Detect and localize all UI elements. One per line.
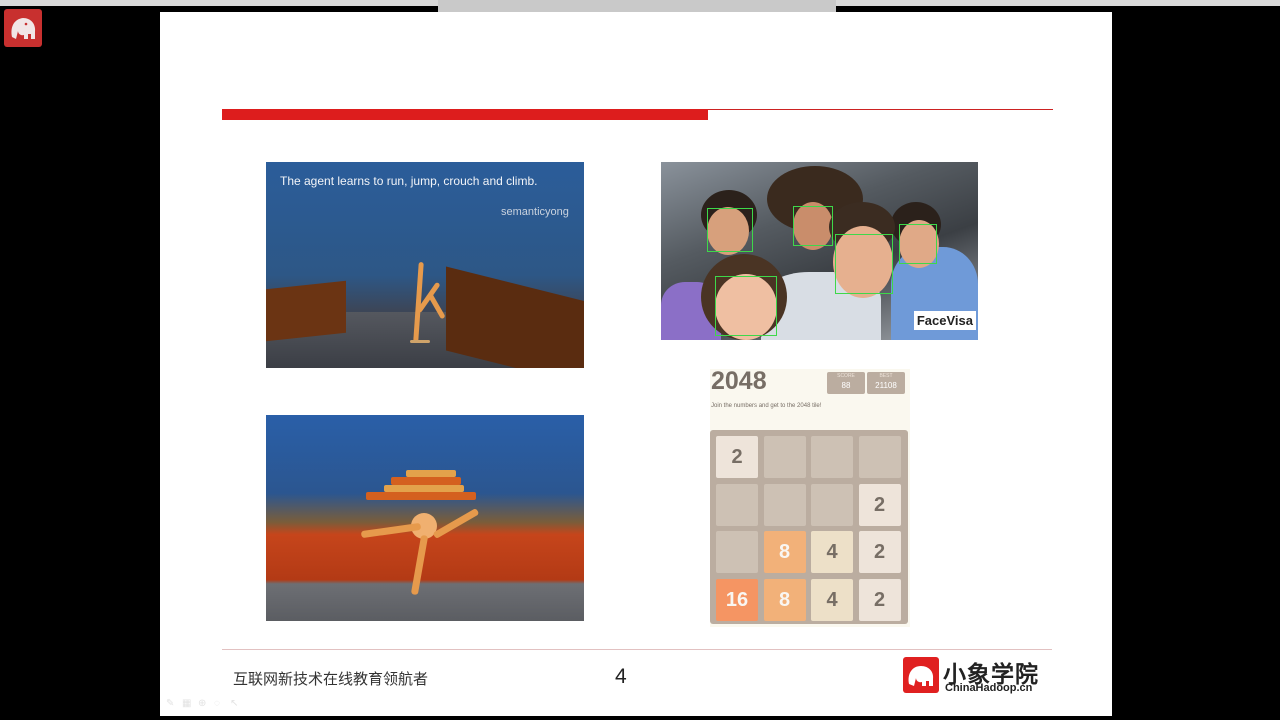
score-label: SCORE <box>837 373 855 379</box>
presenter-toolbar: ✎ ▦ ⊕ ◌ ↖ <box>166 698 241 712</box>
pointer-icon[interactable]: ◌ <box>214 698 225 709</box>
stair-step <box>406 470 456 477</box>
game-tile-empty <box>763 436 806 478</box>
game-2048-image: 2048 SCORE 88 BEST 21108 Join the number… <box>710 369 910 627</box>
pen-icon[interactable]: ✎ <box>166 698 177 709</box>
game-tile: 2 <box>858 531 901 573</box>
score-value: 88 <box>841 381 851 390</box>
agent-foot <box>410 340 430 343</box>
grid-icon[interactable]: ▦ <box>182 698 193 709</box>
zoom-icon[interactable]: ⊕ <box>198 698 209 709</box>
stair-step <box>366 492 476 500</box>
brand-url: ChinaHadoop.cn <box>945 682 1033 694</box>
agent-limb <box>360 522 422 539</box>
game-tile-empty <box>716 483 758 526</box>
best-label: BEST <box>879 373 893 379</box>
obstacle-right <box>446 266 584 368</box>
game-tile: 8 <box>763 578 806 621</box>
elephant-logo-icon <box>4 9 42 47</box>
presentation-slide: The agent learns to run, jump, crouch an… <box>160 12 1112 716</box>
best-box: BEST 21108 <box>867 372 905 394</box>
title-accent-bar <box>222 109 708 120</box>
window-top-bar <box>0 0 1280 15</box>
game-tile: 2 <box>858 578 901 621</box>
agent-limb <box>432 507 480 540</box>
game-title: 2048 <box>711 369 767 395</box>
face-detection-image: FaceVisa <box>661 162 978 340</box>
facevisa-label: FaceVisa <box>913 311 976 330</box>
obstacle-left <box>266 280 346 342</box>
face-box <box>793 206 833 246</box>
watermark: semanticyong <box>501 206 569 218</box>
face-box <box>715 276 777 336</box>
agent-stairs-image <box>266 415 584 621</box>
footer-slogan: 互联网新技术在线教育领航者 <box>233 670 429 688</box>
agent-limb <box>410 534 429 596</box>
face-box <box>707 208 753 252</box>
stair-step <box>391 477 461 485</box>
game-tile: 4 <box>811 578 853 621</box>
game-tile: 8 <box>763 531 806 573</box>
game-board: 2 2 8 4 2 16 8 4 2 <box>710 430 908 624</box>
game-tile: 16 <box>716 578 758 621</box>
game-tile-empty <box>811 483 853 526</box>
score-box: SCORE 88 <box>827 372 865 394</box>
game-intro: Join the numbers and get to the 2048 til… <box>711 403 822 409</box>
face-box <box>899 224 937 264</box>
best-value: 21108 <box>875 381 897 390</box>
page-number: 4 <box>615 665 627 688</box>
elephant-logo-icon <box>903 657 939 693</box>
stair-step <box>384 485 464 492</box>
face-box <box>835 234 893 294</box>
game-tile-empty <box>763 483 806 526</box>
game-tile-empty <box>716 531 758 573</box>
game-tile: 2 <box>716 436 758 478</box>
game-tile-empty <box>811 436 853 478</box>
game-tile: 4 <box>811 531 853 573</box>
agent-run-image: The agent learns to run, jump, crouch an… <box>266 162 584 368</box>
agent-caption: The agent learns to run, jump, crouch an… <box>280 174 538 188</box>
cursor-icon[interactable]: ↖ <box>230 698 241 709</box>
footer-divider <box>222 649 1052 650</box>
game-tile-empty <box>858 436 901 478</box>
game-tile: 2 <box>858 483 901 526</box>
title-accent-line <box>708 109 1053 110</box>
